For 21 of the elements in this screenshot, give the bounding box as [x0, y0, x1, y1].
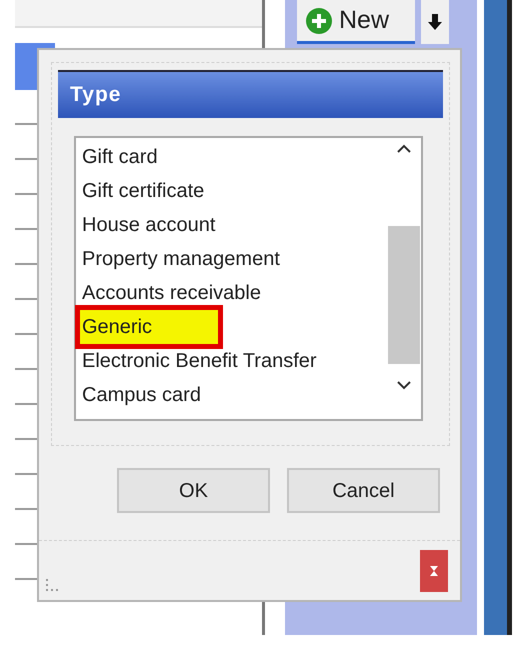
scroll-up-icon[interactable] [396, 144, 412, 154]
list-item[interactable]: Electronic Benefit Transfer [80, 344, 321, 378]
list-item[interactable]: Property management [80, 242, 284, 276]
dialog-button[interactable]: Cancel [287, 468, 440, 513]
scroll-thumb[interactable] [388, 226, 420, 364]
scroll-down-icon[interactable] [396, 380, 412, 390]
dialog-title: Type [58, 70, 443, 118]
dropdown-button[interactable] [421, 0, 449, 44]
resize-grip-icon[interactable] [45, 578, 59, 592]
close-icon [429, 565, 439, 577]
list-item[interactable]: Campus card [80, 378, 205, 412]
list-item[interactable]: Generic [80, 310, 218, 344]
dialog-button[interactable]: OK [117, 468, 270, 513]
plus-circle-icon [305, 6, 333, 34]
list-item[interactable]: Gift card [80, 140, 162, 174]
down-arrow-icon [428, 14, 442, 30]
close-button[interactable] [420, 550, 448, 592]
list-item[interactable]: House account [80, 208, 220, 242]
new-button[interactable]: New [297, 0, 415, 44]
list-item[interactable]: Accounts receivable [80, 276, 265, 310]
list-item[interactable]: Gift certificate [80, 174, 208, 208]
